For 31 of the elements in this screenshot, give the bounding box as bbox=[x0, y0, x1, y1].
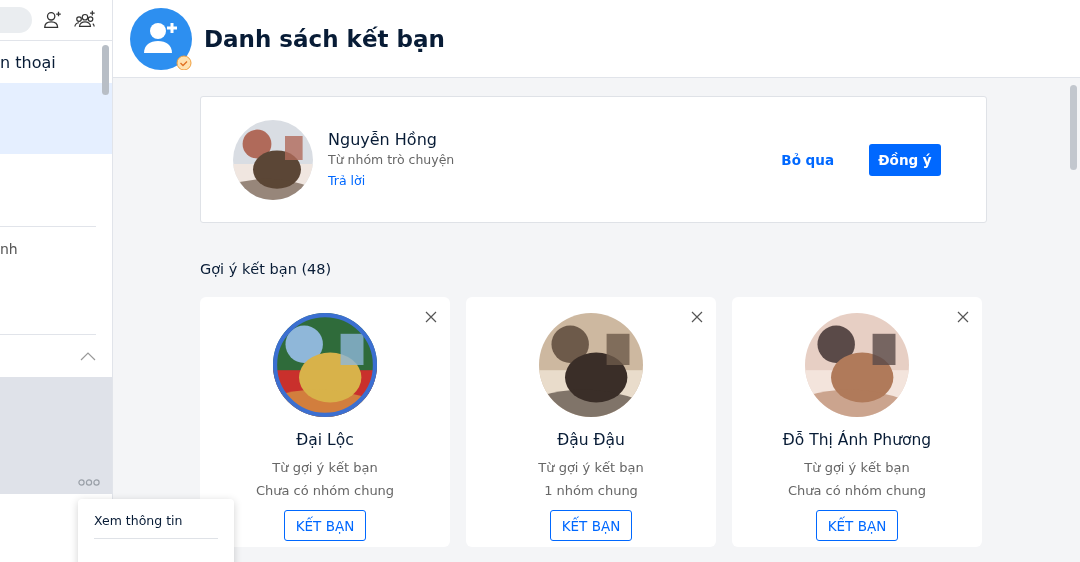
add-friend-button[interactable]: KẾT BẠN bbox=[550, 510, 632, 541]
sidebar-item[interactable]: n thoại bbox=[0, 41, 112, 83]
chevron-up-icon[interactable] bbox=[80, 351, 96, 361]
close-icon[interactable] bbox=[691, 311, 703, 323]
suggestion-name: Đại Lộc bbox=[296, 431, 354, 449]
suggestion-source: Từ gợi ý kết bạn bbox=[538, 460, 644, 475]
close-icon[interactable] bbox=[425, 311, 437, 323]
requester-name: Nguyễn Hồng bbox=[328, 130, 438, 149]
menu-item[interactable]: Xem thông tin bbox=[94, 513, 218, 539]
section-title: Gợi ý kết bạn (48) bbox=[200, 261, 333, 277]
add-friend-icon bbox=[130, 7, 192, 70]
more-icon[interactable] bbox=[78, 479, 100, 486]
sidebar-item[interactable]: nh bbox=[0, 226, 96, 334]
close-icon[interactable] bbox=[957, 311, 969, 323]
page-title: Danh sách kết bạn bbox=[204, 25, 445, 52]
request-source: Từ nhóm trò chuyện bbox=[328, 152, 456, 167]
suggestion-name: Đậu Đậu bbox=[557, 431, 625, 449]
accept-button[interactable]: Đồng ý bbox=[869, 143, 941, 176]
suggestion-source: Từ gợi ý kết bạn bbox=[272, 460, 378, 475]
mutual-groups: Chưa có nhóm chung bbox=[255, 483, 395, 498]
suggestion-source: Từ gợi ý kết bạn bbox=[804, 460, 910, 475]
reply-link[interactable]: Trả lời bbox=[328, 173, 366, 188]
skip-button[interactable]: Bỏ qua bbox=[775, 150, 840, 169]
add-friend-icon[interactable] bbox=[42, 9, 64, 31]
scrollbar[interactable] bbox=[1070, 85, 1077, 170]
add-friend-button[interactable]: KẾT BẠN bbox=[284, 510, 366, 541]
add-friend-button[interactable]: KẾT BẠN bbox=[816, 510, 898, 541]
mutual-groups: 1 nhóm chung bbox=[544, 483, 638, 498]
suggestion-name: Đỗ Thị Ánh Phương bbox=[782, 431, 932, 449]
mutual-groups: Chưa có nhóm chung bbox=[787, 483, 927, 498]
scrollbar[interactable] bbox=[102, 45, 109, 95]
